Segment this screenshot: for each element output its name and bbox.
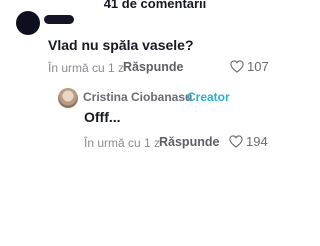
heart-icon: [229, 135, 243, 148]
creator-avatar[interactable]: [58, 88, 78, 108]
like-button[interactable]: 107: [230, 59, 269, 74]
redacted-username[interactable]: [44, 15, 74, 24]
avatar[interactable]: [16, 11, 40, 35]
comment-text: Vlad nu spăla vasele?: [48, 37, 194, 53]
author-name[interactable]: Cristina Ciobanasu: [83, 90, 192, 104]
comment-timestamp: În urmă cu 1 z: [84, 136, 161, 150]
like-button[interactable]: 194: [229, 134, 268, 149]
like-count: 194: [246, 134, 268, 149]
creator-badge: Creator: [187, 90, 230, 104]
like-count: 107: [247, 59, 269, 74]
reply-button[interactable]: Răspunde: [123, 60, 183, 74]
comment-text: Offf...: [84, 109, 121, 125]
heart-icon: [230, 60, 244, 73]
reply-button[interactable]: Răspunde: [159, 135, 219, 149]
separator-dot: ·: [180, 90, 184, 104]
comment-timestamp: În urmă cu 1 z: [48, 61, 125, 75]
comments-count-title: 41 de comentarii: [103, 0, 207, 11]
